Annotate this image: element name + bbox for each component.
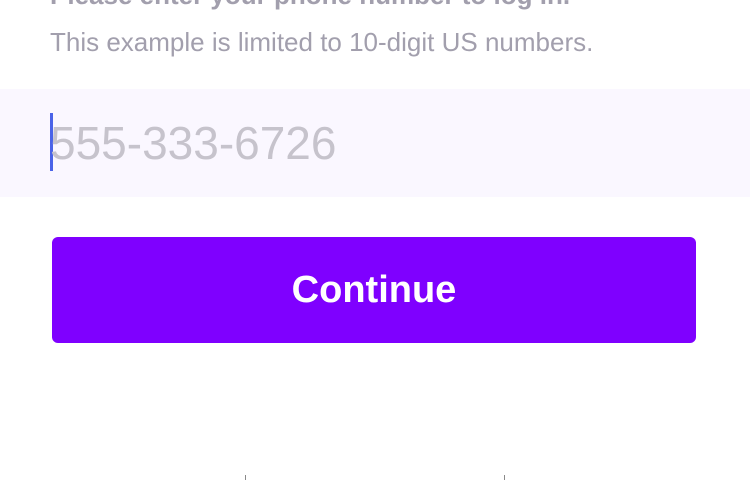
keyboard-key-divider (504, 475, 505, 480)
page-subtitle: This example is limited to 10-digit US n… (50, 27, 594, 57)
continue-button[interactable]: Continue (52, 237, 696, 343)
login-screen: Please enter your phone number to log in… (0, 0, 750, 480)
page-title: Please enter your phone number to log in… (50, 0, 570, 11)
phone-number-input[interactable] (50, 109, 710, 177)
keyboard-key-divider (245, 475, 246, 480)
phone-field[interactable] (0, 89, 750, 197)
